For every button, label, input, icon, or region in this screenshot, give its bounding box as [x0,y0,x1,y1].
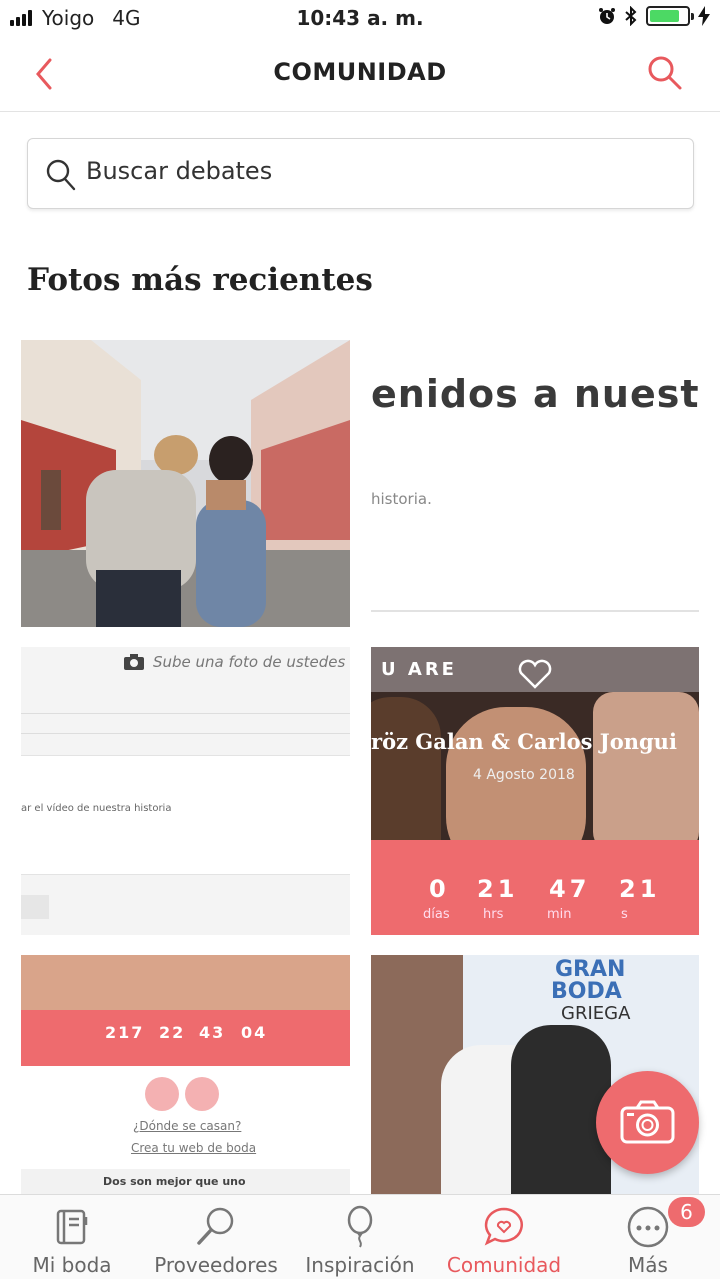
bluetooth-icon [625,6,637,26]
search-placeholder: Buscar debates [86,157,273,185]
poster-title-3: GRIEGA [561,1003,631,1024]
form-line [21,713,350,714]
notebook-icon [56,1209,88,1245]
notification-badge: 6 [668,1197,705,1227]
tab-label: Mi boda [32,1253,112,1277]
couple-names: röz Galan & Carlos Jongui [371,729,677,754]
avatar [185,1077,219,1111]
form-text: ar el vídeo de nuestra historia [21,803,172,814]
tab-label: Inspiración [305,1253,415,1277]
chat-heart-icon [484,1207,523,1246]
unit-hours: hrs [483,907,504,922]
charging-icon [698,6,710,26]
face-right [593,692,699,852]
search-input[interactable]: Buscar debates [27,138,694,209]
unit-minutes: min [547,907,572,922]
tab-comunidad[interactable]: Comunidad [432,1195,576,1280]
status-right [598,6,710,26]
couple-photo-image [21,340,350,627]
poster-title-2: BODA [551,979,622,1004]
upload-caption: Sube una foto de ustedes [153,653,346,671]
form-line [21,733,350,734]
countdown-hours: 22 [159,1023,186,1042]
tab-proveedores[interactable]: Proveedores [144,1195,288,1280]
countdown-minutes: 43 [199,1023,226,1042]
photo-countdown-website[interactable]: U ARE röz Galan & Carlos Jongui 4 Agosto… [371,647,699,935]
photo-headline: enidos a nuest [371,372,699,416]
photo-grid: enidos a nuest historia. Sube una foto d… [0,340,720,1195]
banner-label: U ARE [381,659,457,680]
unit-days: días [423,907,450,922]
upload-photo-button[interactable] [596,1071,699,1174]
tab-label: Comunidad [446,1253,562,1277]
countdown-seconds: 04 [241,1023,268,1042]
wedding-date: 4 Agosto 2018 [473,767,575,783]
battery-icon [646,6,694,26]
tab-label: Proveedores [154,1253,278,1277]
photo-mobile-website[interactable]: 217 22 43 04 ¿Dónde se casan? Crea tu we… [21,955,350,1195]
sunset-image [21,955,350,1010]
countdown-days: 217 [105,1023,145,1042]
poster-groom [511,1025,611,1195]
status-bar: Yoigo 4G 10:43 a. m. [0,0,720,38]
photo-form-screenshot[interactable]: Sube una foto de ustedes ar el vídeo de … [21,647,350,935]
form-field [21,755,350,875]
avatar [145,1077,179,1111]
form-button [21,895,49,919]
search-icon[interactable] [646,54,684,92]
countdown-hours: 21 [477,875,519,903]
photo-couple[interactable] [21,340,350,627]
magnifier-icon [197,1207,234,1245]
tab-bar: Mi boda Proveedores Inspiración Comunida… [0,1194,720,1279]
photo-text-screenshot[interactable]: enidos a nuest historia. [371,340,699,627]
nav-bar: COMUNIDAD [0,38,720,112]
divider [371,610,699,612]
section-title: Fotos más recientes [27,262,373,298]
heart-outline-icon [518,659,552,689]
alarm-icon [599,8,615,24]
footer-text: Dos son mejor que uno [103,1175,246,1188]
search-input-icon [46,159,76,191]
countdown-band [21,1010,350,1066]
tab-label: Más [628,1253,668,1277]
where-link: ¿Dónde se casan? [133,1119,242,1133]
camera-small-icon [124,654,144,670]
countdown-seconds: 21 [619,875,661,903]
tab-inspiracion[interactable]: Inspiración [288,1195,432,1280]
countdown-minutes: 47 [549,875,591,903]
camera-icon [620,1100,675,1144]
create-web-link: Crea tu web de boda [131,1141,257,1155]
balloon-icon [347,1205,373,1248]
tab-mi-boda[interactable]: Mi boda [0,1195,144,1280]
page-title: COMUNIDAD [273,58,447,86]
countdown-days: 0 [429,875,446,903]
photo-subtext: historia. [371,490,432,508]
more-icon [627,1206,669,1248]
unit-seconds: s [621,907,628,922]
